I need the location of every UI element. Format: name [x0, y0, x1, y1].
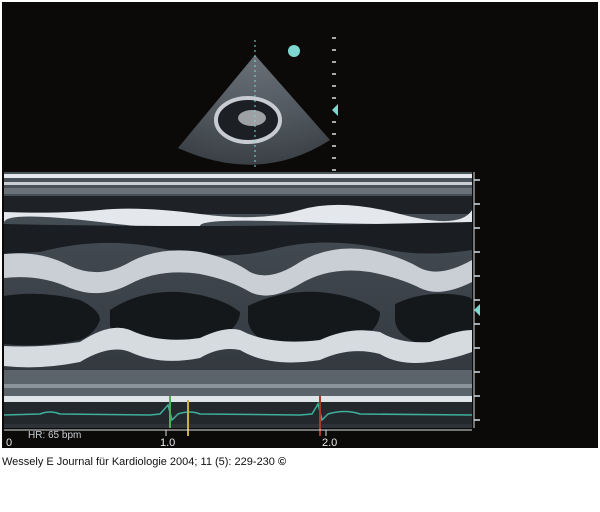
probe-orientation-marker [288, 45, 300, 57]
echo-image: 0 1.0 2.0 HR: 65 bpm [2, 2, 598, 449]
time-tick-1: 1.0 [160, 437, 175, 449]
heart-rate-label: HR: 65 bpm [28, 430, 81, 441]
time-tick-2: 2.0 [322, 437, 337, 449]
figure-caption: Wessely E Journal für Kardiologie 2004; … [2, 456, 286, 468]
copyright-symbol: © [277, 456, 287, 468]
m-mode-strip [3, 172, 473, 436]
caption-text: Wessely E Journal für Kardiologie 2004; … [2, 456, 275, 468]
echocardiogram-figure: 0 1.0 2.0 HR: 65 bpm [0, 0, 600, 450]
time-tick-0: 0 [6, 437, 12, 449]
